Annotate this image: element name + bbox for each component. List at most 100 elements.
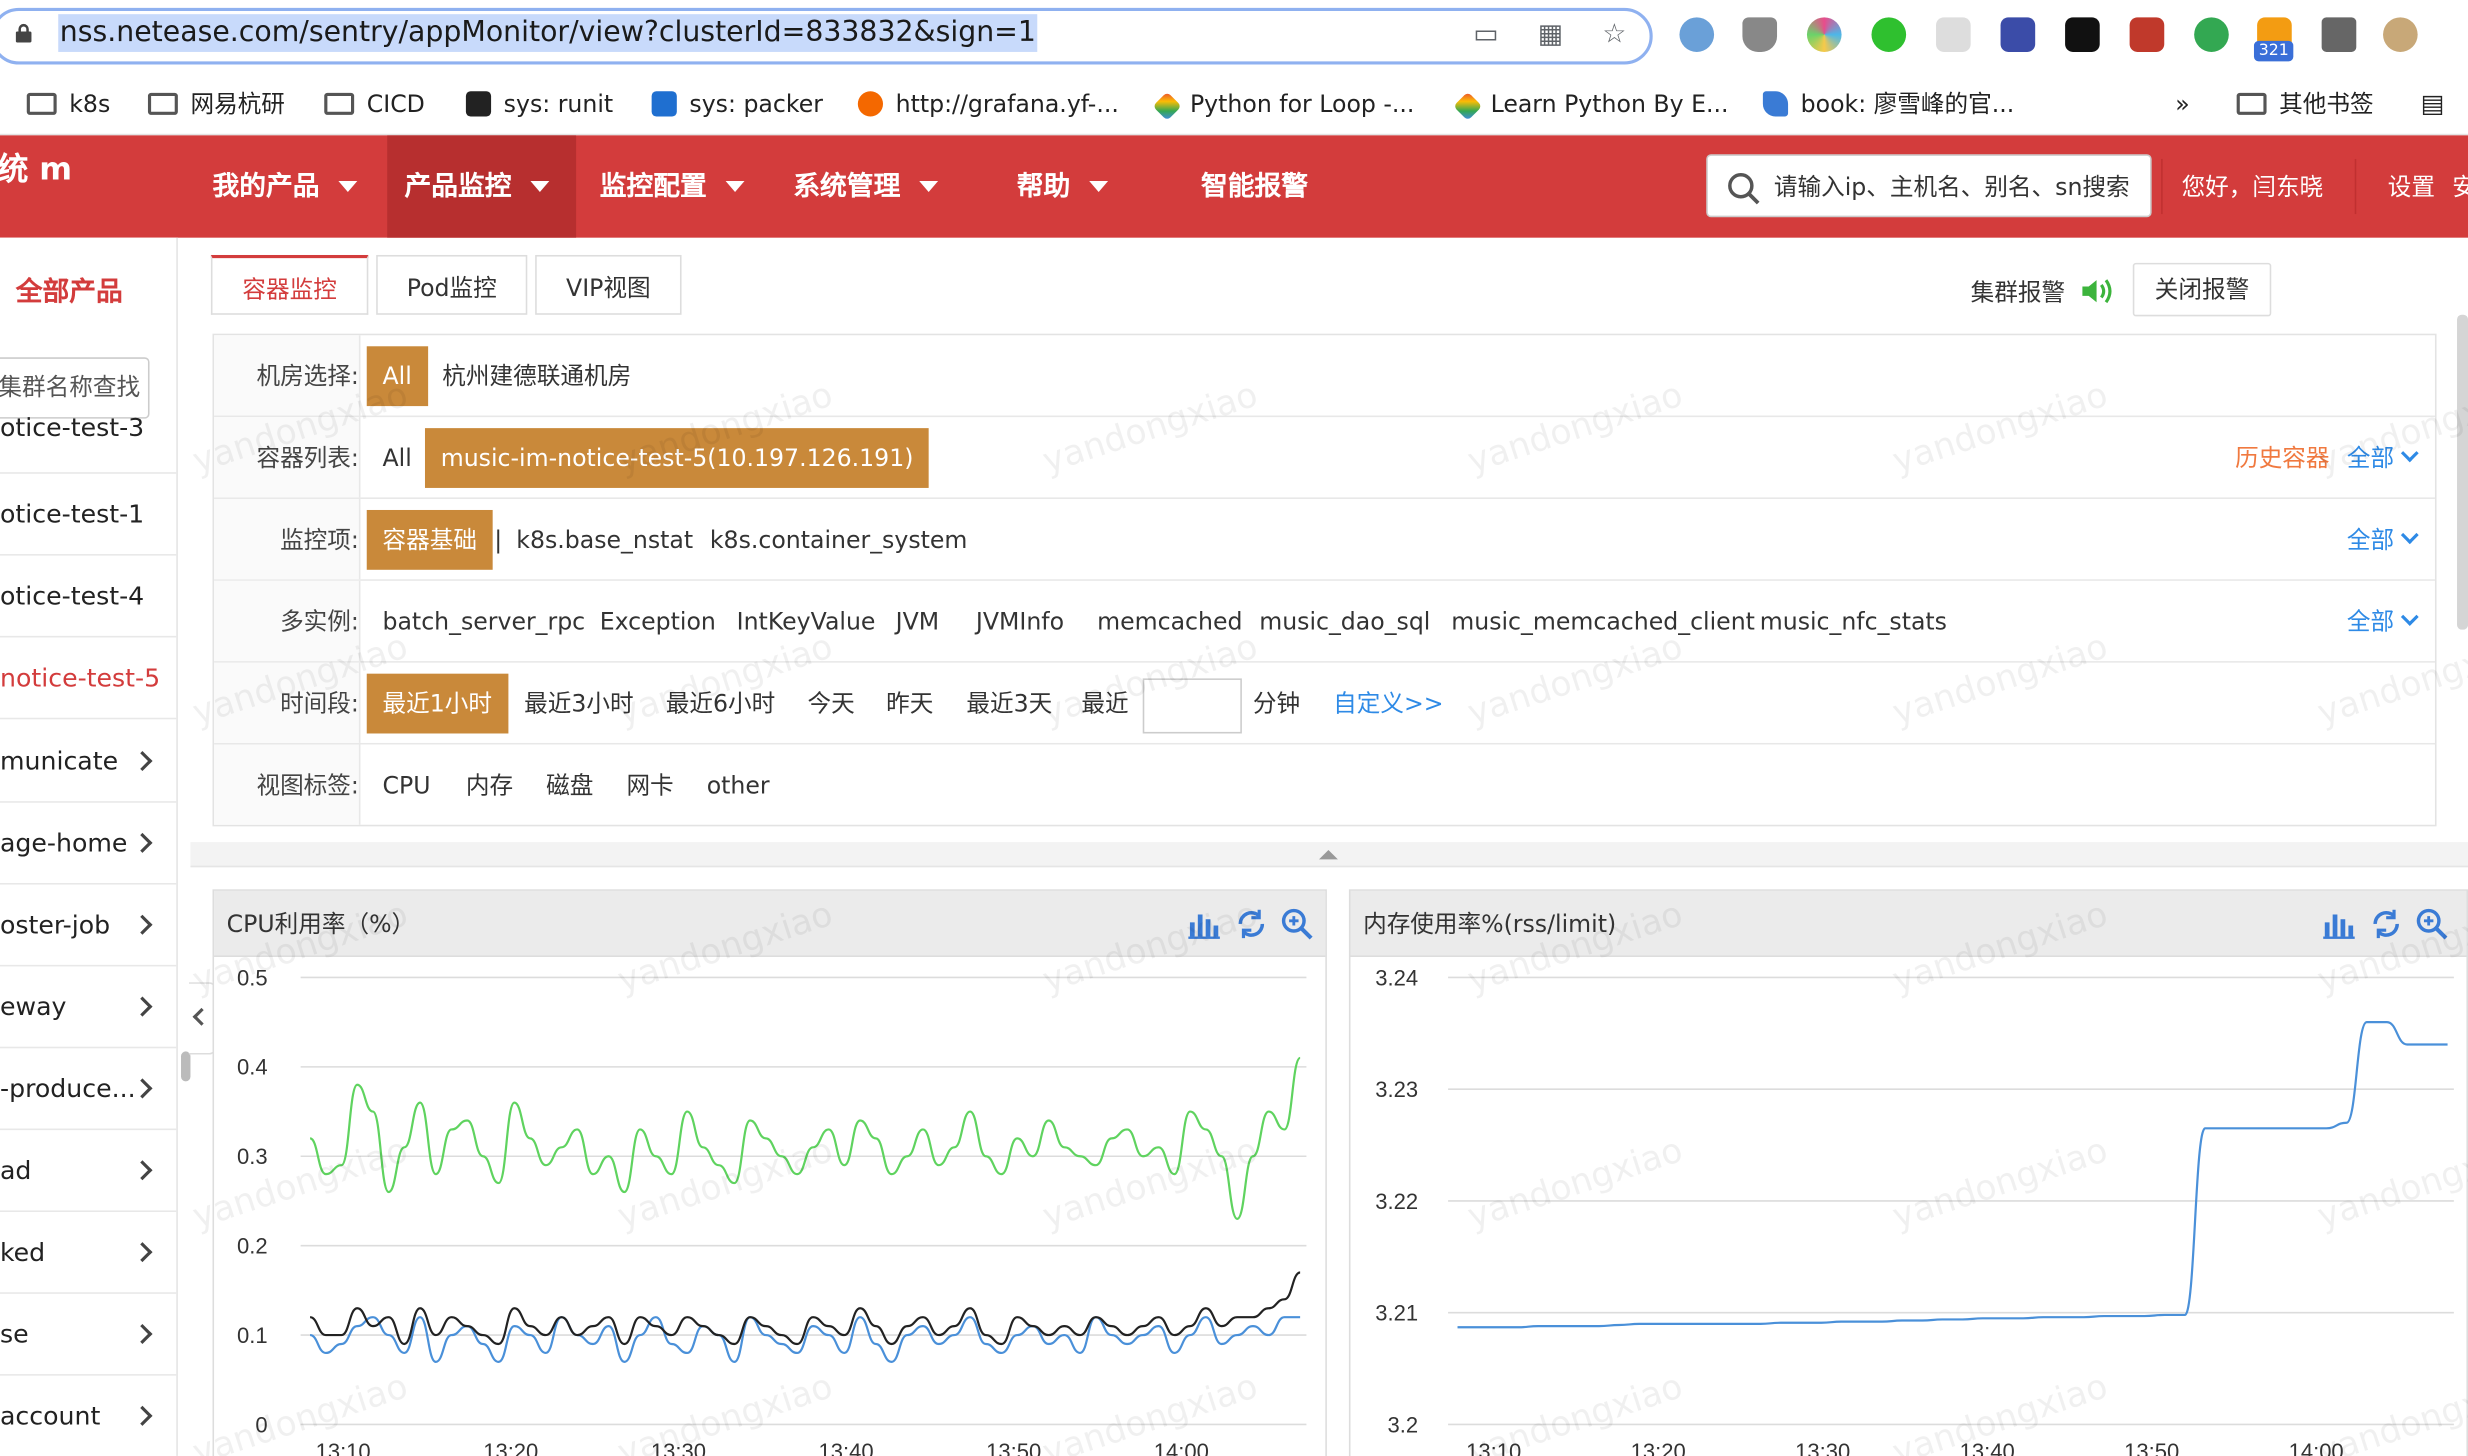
multi-option[interactable]: batch_server_rpc — [382, 581, 585, 663]
collapse-filter-bar[interactable] — [190, 842, 2468, 868]
container-option[interactable]: music-im-notice-test-5(10.197.126.191) — [424, 428, 930, 488]
tag-option[interactable]: other — [707, 745, 770, 827]
room-option[interactable]: 杭州建德联通机房 — [442, 335, 631, 417]
multi-option[interactable]: IntKeyValue — [737, 581, 876, 663]
minutes-input[interactable] — [1142, 678, 1242, 734]
puzzle-icon[interactable] — [2321, 17, 2357, 52]
item-option[interactable]: k8s.base_nstat — [516, 499, 693, 581]
sidebar-item[interactable]: -produce... — [0, 1048, 177, 1131]
s-ext-icon[interactable] — [1936, 17, 1971, 52]
sidebar-item[interactable]: oster-job — [0, 885, 177, 967]
container-option-all[interactable]: All — [382, 417, 411, 499]
page-scrollbar[interactable] — [2457, 314, 2468, 630]
zoom-icon[interactable] — [1280, 907, 1315, 942]
refresh-icon[interactable] — [2369, 907, 2404, 942]
time-option[interactable]: 最近6小时 — [666, 663, 775, 745]
multi-option[interactable]: memcached — [1097, 581, 1242, 663]
bookmark-python-loop[interactable]: Python for Loop -... — [1152, 85, 1414, 123]
time-option[interactable]: 最近3小时 — [524, 663, 633, 745]
tab-pod-monitor[interactable]: Pod监控 — [376, 254, 528, 315]
bookmark-other[interactable]: 其他书签 — [2236, 85, 2374, 123]
url-text[interactable]: nss.netease.com/sentry/appMonitor/view?c… — [58, 14, 1038, 52]
sidebar-item[interactable]: otice-test-4 — [0, 556, 177, 638]
close-alarm-button[interactable]: 关闭报警 — [2132, 262, 2272, 317]
star-icon[interactable]: ☆ — [1602, 19, 1626, 50]
multi-option[interactable]: JVM — [896, 581, 940, 663]
custom-time-link[interactable]: 自定义>> — [1333, 663, 1443, 745]
sidebar-item[interactable]: se — [0, 1294, 177, 1376]
shield-ext-icon[interactable] — [1742, 17, 1778, 52]
time-option[interactable]: 最近 — [1081, 663, 1128, 745]
sidebar-item[interactable]: otice-test-1 — [0, 474, 177, 556]
tag-option[interactable]: 网卡 — [626, 745, 673, 827]
lock-icon[interactable] — [15, 23, 32, 43]
expand-all-link[interactable]: 全部 — [2347, 499, 2419, 581]
refresh-icon[interactable] — [1234, 907, 1269, 942]
item-option[interactable]: 容器基础 — [366, 509, 493, 570]
search-input[interactable]: 请输入ip、主机名、别名、sn搜索 — [1774, 156, 2130, 219]
cluster-alarm[interactable]: 集群报警 — [1971, 275, 2114, 308]
reading-list-icon[interactable]: ▤ — [2421, 85, 2445, 123]
menu-my-products[interactable]: 我的产品 — [212, 135, 379, 237]
tag-option[interactable]: CPU — [382, 745, 430, 827]
sidebar-item[interactable]: ked — [0, 1212, 177, 1294]
logo[interactable]: 统 m — [0, 151, 72, 186]
tab-container-monitor[interactable]: 容器监控 — [210, 254, 369, 315]
bookmark-hangyan[interactable]: 网易杭研 — [147, 85, 285, 123]
sidebar-item[interactable]: ad — [0, 1130, 177, 1212]
menu-help[interactable]: 帮助 — [1017, 135, 1109, 237]
list-ext-icon[interactable] — [2000, 17, 2036, 52]
sidebar-item[interactable]: account — [0, 1376, 176, 1456]
tag-option[interactable]: 磁盘 — [546, 745, 593, 827]
bookmark-runit[interactable]: sys: runit — [465, 85, 613, 123]
cpu-chart[interactable]: 0 0.1 0.2 0.3 0.4 0.5 13:10 13:20 13:30 13:40 13:5… — [214, 957, 1328, 1456]
bar-chart-icon[interactable] — [2322, 907, 2357, 942]
bookmarks-overflow[interactable]: » — [2175, 85, 2189, 123]
menu-system-admin[interactable]: 系统管理 — [793, 135, 939, 237]
sidebar-item-active[interactable]: notice-test-5 — [0, 637, 177, 720]
time-option[interactable]: 昨天 — [886, 663, 933, 745]
zoom-icon[interactable] — [2415, 907, 2450, 942]
item-option[interactable]: k8s.container_system — [710, 499, 968, 581]
bookmark-packer[interactable]: sys: packer — [651, 85, 823, 123]
menu-smart-alarm[interactable]: 智能报警 — [1201, 135, 1308, 237]
time-option[interactable]: 最近3天 — [966, 663, 1052, 745]
mask-ext-icon[interactable] — [2065, 17, 2100, 52]
avatar-icon[interactable] — [2383, 17, 2418, 52]
user-greeting[interactable]: 您好，闫东晓 — [2182, 135, 2324, 240]
cast-icon[interactable]: ▭ — [1473, 19, 1498, 50]
multi-option[interactable]: Exception — [600, 581, 716, 663]
bookmark-grafana[interactable]: http://grafana.yf-... — [857, 85, 1119, 123]
star-ext-icon[interactable] — [1806, 17, 1842, 52]
expand-all-link[interactable]: 全部 — [2347, 417, 2419, 499]
sidebar-item[interactable]: eway — [0, 966, 177, 1049]
sidebar-title[interactable]: 全部产品 — [16, 269, 123, 308]
bookmark-book[interactable]: book: 廖雪峰的官... — [1762, 85, 2014, 123]
room-option-all[interactable]: All — [366, 346, 428, 407]
search-box[interactable]: 请输入ip、主机名、别名、sn搜索 — [1706, 154, 2152, 219]
menu-product-monitor[interactable]: 产品监控 — [387, 135, 577, 238]
nav-trailing[interactable]: 安 — [2452, 135, 2468, 240]
multi-option[interactable]: music_memcached_client — [1451, 581, 1755, 663]
history-containers-link[interactable]: 历史容器 — [2235, 417, 2329, 499]
memory-chart[interactable]: 3.2 3.21 3.22 3.23 3.24 13:10 13:20 13:30 13:40 1… — [1350, 957, 2468, 1456]
sidebar-item[interactable]: age-home — [0, 803, 177, 885]
extension-1-icon[interactable] — [1679, 17, 1715, 52]
sidebar-item[interactable]: otice-test-3 — [0, 395, 177, 474]
multi-option[interactable]: music_nfc_stats — [1760, 581, 1947, 663]
sidebar-scrollbar[interactable] — [181, 1051, 191, 1082]
bar-chart-icon[interactable] — [1187, 907, 1222, 942]
expand-all-link[interactable]: 全部 — [2347, 581, 2419, 663]
tag-option[interactable]: 内存 — [466, 745, 513, 827]
time-option[interactable]: 今天 — [807, 663, 854, 745]
evernote-icon[interactable] — [2194, 17, 2229, 52]
book-ext-icon[interactable] — [2129, 17, 2165, 52]
qr-icon[interactable]: ▦ — [1538, 19, 1563, 50]
tab-vip-view[interactable]: VIP视图 — [535, 254, 682, 315]
time-option[interactable]: 最近1小时 — [366, 673, 508, 734]
bookmark-k8s[interactable]: k8s — [26, 85, 110, 123]
multi-option[interactable]: music_dao_sql — [1259, 581, 1430, 663]
bookmark-learn-python[interactable]: Learn Python By E... — [1453, 85, 1729, 123]
menu-monitor-config[interactable]: 监控配置 — [600, 135, 745, 237]
multi-option[interactable]: JVMInfo — [976, 581, 1064, 663]
